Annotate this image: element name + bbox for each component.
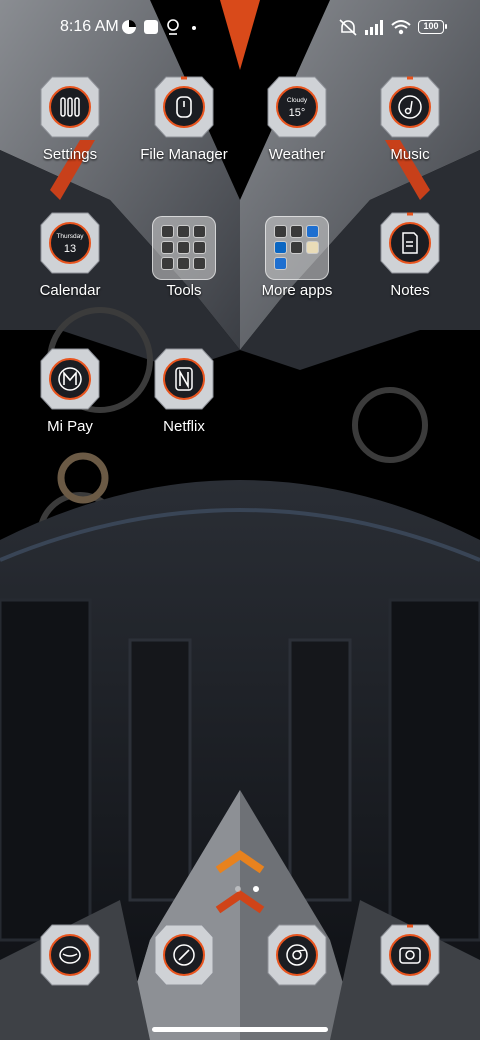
- page-dot-active: [253, 886, 259, 892]
- app-notification-icon: [122, 20, 136, 34]
- app-calendar[interactable]: Thursday 13 Calendar: [14, 212, 126, 322]
- mi-pay-icon: [40, 348, 100, 410]
- weather-temperature: 15°: [289, 107, 306, 119]
- app-mi-pay[interactable]: Mi Pay: [14, 348, 126, 458]
- calendar-weekday: Thursday: [56, 233, 84, 240]
- home-gesture-bar[interactable]: [152, 1027, 328, 1032]
- app-label: Music: [390, 146, 430, 163]
- wifi-icon: [391, 20, 411, 35]
- folder-more-apps[interactable]: More apps: [241, 212, 353, 322]
- messaging-icon[interactable]: [40, 924, 100, 986]
- app-label: Settings: [42, 146, 98, 163]
- app-label: Mi Pay: [47, 418, 93, 435]
- app-netflix[interactable]: Netflix: [128, 348, 240, 458]
- weather-icon: Cloudy 15°: [267, 76, 327, 138]
- settings-icon: [40, 76, 100, 138]
- app-label: Weather: [268, 146, 326, 163]
- calendar-day-number: 13: [64, 243, 76, 255]
- folder-label: More apps: [261, 282, 333, 299]
- weather-condition: Cloudy: [287, 97, 308, 104]
- status-bar: 8:16 AM 100: [0, 0, 480, 56]
- app-settings[interactable]: Settings: [14, 76, 126, 186]
- more-apps-folder-icon: [265, 216, 329, 280]
- page-indicator: [229, 879, 265, 897]
- compass-icon[interactable]: [154, 924, 214, 986]
- app-music[interactable]: Music: [354, 76, 466, 186]
- mute-icon: [339, 19, 357, 36]
- dot-icon: [192, 26, 196, 30]
- app-label: Calendar: [39, 282, 101, 299]
- netflix-icon: [154, 348, 214, 410]
- camera-icon[interactable]: [380, 924, 440, 986]
- page-dot: [235, 886, 241, 892]
- app-notes[interactable]: Notes: [354, 212, 466, 322]
- status-time: 8:16 AM: [60, 18, 119, 35]
- chrome-icon[interactable]: [267, 924, 327, 986]
- app-weather[interactable]: Cloudy 15° Weather: [241, 76, 353, 186]
- folder-tools[interactable]: Tools: [128, 212, 240, 322]
- app-label: Netflix: [163, 418, 205, 435]
- music-icon: [380, 76, 440, 138]
- battery-icon: 100: [418, 20, 447, 34]
- square-notification-icon: [144, 20, 158, 34]
- calendar-icon: Thursday 13: [40, 212, 100, 274]
- folder-label: Tools: [166, 282, 202, 299]
- signal-icon: [365, 20, 383, 35]
- location-icon: [167, 19, 179, 35]
- app-label: File Manager: [140, 146, 228, 163]
- notes-icon: [380, 212, 440, 274]
- app-file-manager[interactable]: File Manager: [128, 76, 240, 186]
- app-label: Notes: [390, 282, 430, 299]
- file-manager-icon: [154, 76, 214, 138]
- tools-folder-icon: [152, 216, 216, 280]
